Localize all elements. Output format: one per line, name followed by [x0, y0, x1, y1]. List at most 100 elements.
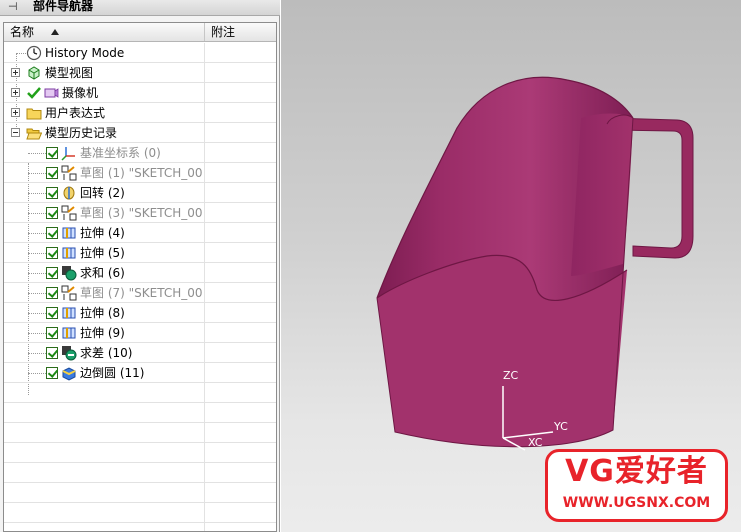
tree-node-user-expressions[interactable]: 用户表达式: [4, 103, 276, 123]
tree-node-label: 草图 (1) "SKETCH_000": [80, 166, 202, 180]
tree-line: [28, 233, 46, 234]
column-separator: [204, 283, 205, 303]
tree-line: [28, 273, 46, 274]
tree-line: [28, 153, 46, 154]
tree-node-label: 拉伸 (8): [80, 306, 125, 320]
tree-node-sketch-3[interactable]: 草图 (3) "SKETCH_001": [4, 203, 276, 223]
column-separator: [204, 463, 205, 483]
visibility-checkbox[interactable]: [46, 327, 58, 339]
expand-plus-icon[interactable]: [11, 88, 20, 97]
tree-node-label: 拉伸 (4): [80, 226, 125, 240]
column-separator: [204, 363, 205, 383]
column-separator: [204, 103, 205, 123]
empty-row: [4, 443, 276, 463]
unite-icon: [61, 265, 77, 281]
camera-icon: [43, 85, 59, 101]
visibility-checkbox[interactable]: [46, 347, 58, 359]
tree-node-history-mode[interactable]: History Mode: [4, 43, 276, 63]
empty-row: [4, 383, 276, 403]
navigator-title-bar: ⊣ 部件导航器: [0, 0, 280, 16]
tree-node-sketch-7[interactable]: 草图 (7) "SKETCH_002": [4, 283, 276, 303]
column-separator: [204, 183, 205, 203]
empty-row: [4, 403, 276, 423]
column-separator: [204, 323, 205, 343]
tree-node-model-history[interactable]: 模型历史记录: [4, 123, 276, 143]
tree-node-extrude-5[interactable]: 拉伸 (5): [4, 243, 276, 263]
column-separator: [204, 43, 205, 63]
visibility-checkbox[interactable]: [46, 187, 58, 199]
column-separator: [204, 383, 205, 403]
visibility-checkbox[interactable]: [46, 147, 58, 159]
open-folder-icon: [26, 125, 43, 141]
tree-node-extrude-4[interactable]: 拉伸 (4): [4, 223, 276, 243]
tree-line: [28, 373, 46, 374]
column-separator: [204, 483, 205, 503]
tree-node-model-views[interactable]: 模型视图: [4, 63, 276, 83]
tree-node-label: 拉伸 (9): [80, 326, 125, 340]
expand-plus-icon[interactable]: [11, 68, 20, 77]
tree-node-label: 基准坐标系 (0): [80, 146, 161, 160]
tree-line: [28, 173, 46, 174]
visibility-checkbox[interactable]: [46, 287, 58, 299]
column-separator: [204, 123, 205, 143]
empty-row: [4, 423, 276, 443]
column-separator: [204, 83, 205, 103]
visibility-checkbox[interactable]: [46, 307, 58, 319]
sort-ascending-icon: [51, 29, 59, 35]
visibility-checkbox[interactable]: [46, 167, 58, 179]
tree-node-cameras[interactable]: 摄像机: [4, 83, 276, 103]
tree-node-datum-csys[interactable]: 基准坐标系 (0): [4, 143, 276, 163]
extrude-icon: [61, 305, 77, 321]
extrude-icon: [61, 225, 77, 241]
logo-text: VG爱好者: [565, 454, 708, 489]
column-separator: [204, 143, 205, 163]
tree-node-sketch-1[interactable]: 草图 (1) "SKETCH_000": [4, 163, 276, 183]
watermark-logo: VG爱好者 WWW.UGSNX.COM: [545, 449, 728, 522]
triad-y-label: YC: [554, 420, 568, 433]
collapse-minus-icon[interactable]: [11, 128, 20, 137]
visibility-checkbox[interactable]: [46, 367, 58, 379]
subtract-icon: [61, 345, 77, 361]
tree-node-unite[interactable]: 求和 (6): [4, 263, 276, 283]
tree-node-label: 边倒圆 (11): [80, 366, 145, 380]
sketch-icon: [61, 285, 77, 301]
column-note-label: 附注: [211, 25, 236, 39]
tree-node-label: 草图 (3) "SKETCH_001": [80, 206, 202, 220]
column-header-note[interactable]: 附注: [206, 23, 276, 41]
edge-blend-icon: [61, 365, 77, 381]
tree-node-subtract[interactable]: 求差 (10): [4, 343, 276, 363]
column-separator: [204, 503, 205, 523]
column-separator: [204, 63, 205, 83]
clock-icon: [26, 45, 42, 61]
check-mark-icon: [26, 85, 42, 101]
model-views-icon: [26, 65, 42, 81]
column-separator: [204, 303, 205, 323]
triad-x-label: XC: [528, 436, 543, 449]
navigator-tree[interactable]: 名称 附注 History Mode 模型视图 摄像机 用户表达式 模型历史记录…: [3, 22, 277, 532]
column-separator: [204, 263, 205, 283]
column-separator: [204, 343, 205, 363]
column-separator: [204, 223, 205, 243]
column-header-name[interactable]: 名称: [4, 23, 205, 41]
sketch-icon: [61, 165, 77, 181]
folder-icon: [26, 105, 42, 121]
tree-line: [28, 313, 46, 314]
visibility-checkbox[interactable]: [46, 227, 58, 239]
navigator-title: 部件导航器: [33, 0, 94, 13]
tree-line: [28, 293, 46, 294]
expand-plus-icon[interactable]: [11, 108, 20, 117]
pushpin-icon[interactable]: ⊣: [8, 1, 22, 13]
tree-node-label: 模型历史记录: [45, 126, 118, 140]
column-separator: [204, 443, 205, 463]
sketch-icon: [61, 205, 77, 221]
visibility-checkbox[interactable]: [46, 207, 58, 219]
tree-line: [28, 213, 46, 214]
tree-node-revolve[interactable]: 回转 (2): [4, 183, 276, 203]
tree-node-extrude-8[interactable]: 拉伸 (8): [4, 303, 276, 323]
datum-csys-icon: [61, 145, 77, 161]
visibility-checkbox[interactable]: [46, 267, 58, 279]
tree-node-edge-blend[interactable]: 边倒圆 (11): [4, 363, 276, 383]
column-header: 名称 附注: [4, 23, 276, 42]
visibility-checkbox[interactable]: [46, 247, 58, 259]
tree-node-extrude-9[interactable]: 拉伸 (9): [4, 323, 276, 343]
